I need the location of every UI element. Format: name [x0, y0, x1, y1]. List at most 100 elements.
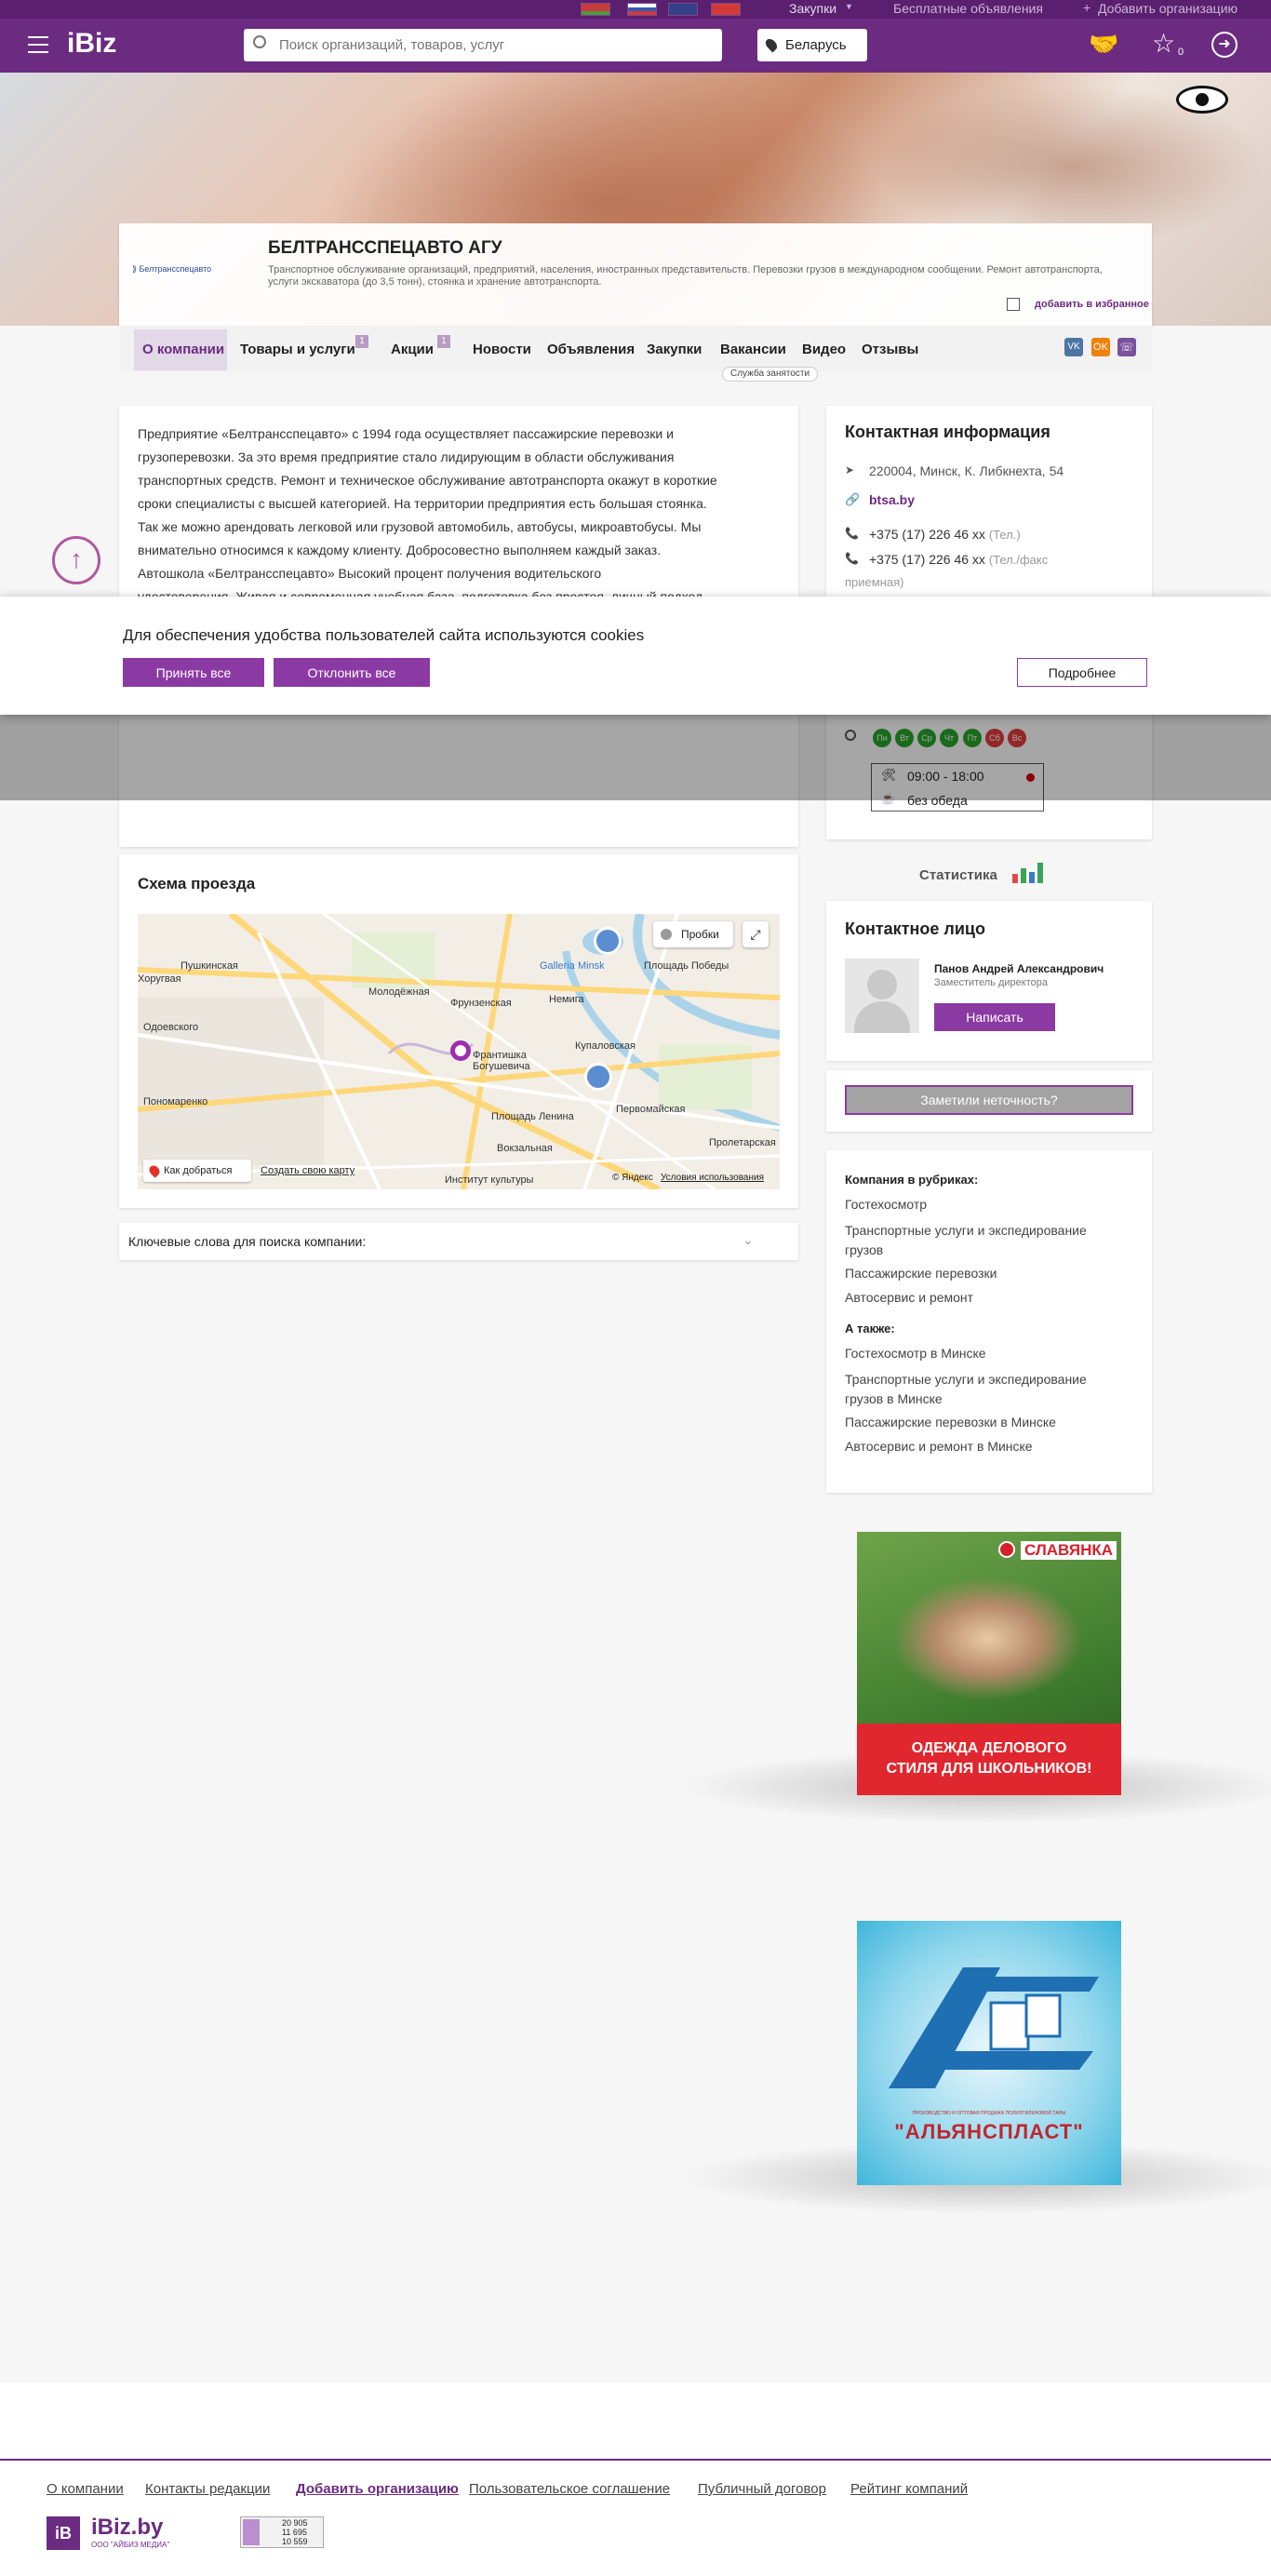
map-label: Площадь Победы	[644, 960, 729, 972]
map-photo-marker-icon[interactable]	[584, 1063, 612, 1091]
about-line: грузоперевозки. За это время предприятие…	[138, 449, 675, 464]
login-icon[interactable]: ➜	[1211, 32, 1238, 58]
route-button[interactable]: Как добраться	[143, 1160, 251, 1182]
vk-share-icon[interactable]: VK	[1064, 338, 1083, 356]
day-thu: Чт	[940, 729, 958, 747]
rubric-link[interactable]: Пассажирские перевозки	[845, 1266, 997, 1281]
report-inaccuracy-button[interactable]: Заметили неточность?	[845, 1085, 1133, 1115]
bar-chart-icon	[1010, 859, 1050, 883]
rubric-city-link[interactable]: Гостехосмотр в Минске	[845, 1346, 986, 1361]
company-card: ⟫ Белтрансспецавто БЕЛТРАНССПЕЦАВТО АГУ …	[119, 223, 1152, 326]
day-mon: Пн	[873, 729, 891, 747]
favorites-star-icon[interactable]: ☆	[1152, 28, 1175, 59]
footer-link-rating[interactable]: Рейтинг компаний	[850, 2481, 968, 2497]
yandex-map[interactable]: Пушкинская Молодёжная Фрунзенская Немига…	[138, 914, 780, 1189]
map-title: Схема проезда	[138, 875, 256, 892]
region-selector[interactable]: Беларусь	[757, 29, 867, 61]
tab-news[interactable]: Новости	[473, 330, 531, 369]
cookie-text: Для обеспечения удобства пользователей с…	[123, 626, 645, 644]
ok-share-icon[interactable]: OK	[1091, 338, 1110, 356]
favorite-checkbox[interactable]	[1007, 298, 1020, 311]
about-line: Предприятие «Белтрансспецавто» с 1994 го…	[138, 426, 674, 441]
tab-promos[interactable]: Акции	[391, 330, 434, 369]
route-pin-icon	[147, 1163, 162, 1178]
create-map-link[interactable]: Создать свою карту	[261, 1165, 355, 1176]
viber-share-icon[interactable]: ☏	[1117, 338, 1136, 356]
rubric-city-link[interactable]: Транспортные услуги и экспедирование гру…	[845, 1370, 1124, 1409]
site-logo[interactable]: iBiz	[67, 28, 116, 60]
about-line: Автошкола «Белтрансспецавто» Высокий про…	[138, 566, 602, 581]
chevron-down-icon: ▼	[845, 2, 853, 11]
map-photo-marker-icon[interactable]	[594, 927, 622, 955]
add-to-favorites-link[interactable]: добавить в избранное	[1035, 299, 1149, 310]
tab-vacancies[interactable]: Вакансии	[720, 330, 786, 369]
map-label: Вокзальная	[497, 1143, 553, 1154]
reject-all-button[interactable]: Отклонить все	[274, 658, 430, 687]
flag-belarus-icon[interactable]	[581, 3, 610, 16]
rubric-link[interactable]: Автосервис и ремонт	[845, 1290, 973, 1305]
footer-link-contacts[interactable]: Контакты редакции	[145, 2481, 270, 2497]
rubric-link[interactable]: Гостехосмотр	[845, 1197, 927, 1212]
day-sat: Сб	[985, 729, 1004, 747]
footer-logo-sub: ООО "АЙБИЗ МЕДИА"	[91, 2541, 170, 2549]
ad-banner-slavyanka[interactable]: СЛАВЯНКА ОДЕЖДА ДЕЛОВОГО СТИЛЯ ДЛЯ ШКОЛЬ…	[857, 1532, 1121, 1795]
write-button[interactable]: Написать	[934, 1003, 1055, 1031]
counter-value: 20 905	[282, 2518, 308, 2528]
flag-russia-icon[interactable]	[627, 3, 657, 16]
map-terms-link[interactable]: Условия использования	[661, 1173, 764, 1183]
tab-about[interactable]: О компании	[142, 330, 224, 369]
menu-icon[interactable]	[28, 36, 48, 53]
about-line: внимательно относимся к каждому клиенту.…	[138, 543, 662, 557]
map-label: Пушкинская	[181, 960, 238, 972]
traffic-button[interactable]: Пробки	[653, 921, 733, 947]
coffee-icon: ☕	[881, 792, 895, 805]
add-organization-link[interactable]: Добавить организацию	[1098, 1, 1238, 16]
slavyanka-logo-icon	[998, 1541, 1015, 1558]
map-label: Купаловская	[575, 1040, 636, 1052]
link-icon: 🔗	[845, 492, 861, 506]
search-input[interactable]	[279, 34, 707, 55]
navigation-arrow-icon: ➤	[845, 463, 855, 476]
tab-reviews[interactable]: Отзывы	[862, 330, 918, 369]
day-fri: Пт	[963, 729, 982, 747]
rubric-city-link[interactable]: Автосервис и ремонт в Минске	[845, 1439, 1033, 1454]
purchases-menu[interactable]: Закупки	[789, 1, 836, 16]
handshake-icon[interactable]: 🤝	[1089, 30, 1118, 59]
footer-link-about[interactable]: О компании	[47, 2481, 124, 2497]
search-box[interactable]	[244, 29, 722, 61]
report-section: Заметили неточность?	[826, 1070, 1152, 1132]
top-strip: Закупки ▼ Бесплатные объявления + Добави…	[0, 0, 1271, 19]
scroll-up-button[interactable]: ↑	[52, 536, 100, 584]
footer-link-contract[interactable]: Публичный договор	[698, 2481, 826, 2497]
statistics-link[interactable]: Статистика	[919, 859, 1050, 883]
free-ads-link[interactable]: Бесплатные объявления	[893, 1, 1043, 16]
company-name: БЕЛТРАНССПЕЦАВТО АГУ	[268, 238, 502, 258]
keywords-title: Ключевые слова для поиска компании:	[128, 1234, 367, 1249]
footer-link-add-org[interactable]: Добавить организацию	[296, 2481, 459, 2497]
company-location-pin-icon[interactable]	[450, 1040, 471, 1061]
children-photo	[894, 1578, 1080, 1699]
tab-purchases[interactable]: Закупки	[647, 330, 702, 369]
keywords-section[interactable]: Ключевые слова для поиска компании: ⌄	[119, 1223, 798, 1260]
map-label: Институт культуры	[445, 1174, 534, 1186]
employment-service-tag[interactable]: Служба занятости	[722, 367, 819, 382]
tab-products[interactable]: Товары и услуги	[240, 330, 355, 369]
rubric-link[interactable]: Транспортные услуги и экспедирование гру…	[845, 1221, 1124, 1260]
lunch-info: без обеда	[907, 793, 968, 808]
accept-all-button[interactable]: Принять все	[123, 658, 264, 687]
phone-2[interactable]: +375 (17) 226 46 xx (Тел./факс	[869, 552, 1048, 567]
ad-banner-alliansplast[interactable]: ПРОИЗВОДСТВО И ОПТОВАЯ ПРОДАЖА ПОЛИЭТИЛЕ…	[857, 1921, 1121, 2185]
fullscreen-icon[interactable]: ⤢	[743, 921, 769, 947]
website-link[interactable]: btsa.by	[869, 492, 915, 507]
rubric-city-link[interactable]: Пассажирские перевозки в Минске	[845, 1415, 1056, 1429]
tab-video[interactable]: Видео	[802, 330, 846, 369]
footer	[0, 2382, 1271, 2576]
phone-1[interactable]: +375 (17) 226 46 xx (Тел.)	[869, 527, 1021, 542]
accessibility-eye-icon[interactable]	[1176, 86, 1228, 114]
cookie-more-button[interactable]: Подробнее	[1017, 658, 1147, 687]
flag-uk-icon[interactable]	[668, 3, 698, 16]
tab-ads[interactable]: Объявления	[547, 330, 635, 369]
visit-counter[interactable]: 20 905 11 695 10 559	[240, 2516, 324, 2548]
flag-china-icon[interactable]	[711, 3, 741, 16]
footer-link-agreement[interactable]: Пользовательское соглашение	[469, 2481, 670, 2497]
